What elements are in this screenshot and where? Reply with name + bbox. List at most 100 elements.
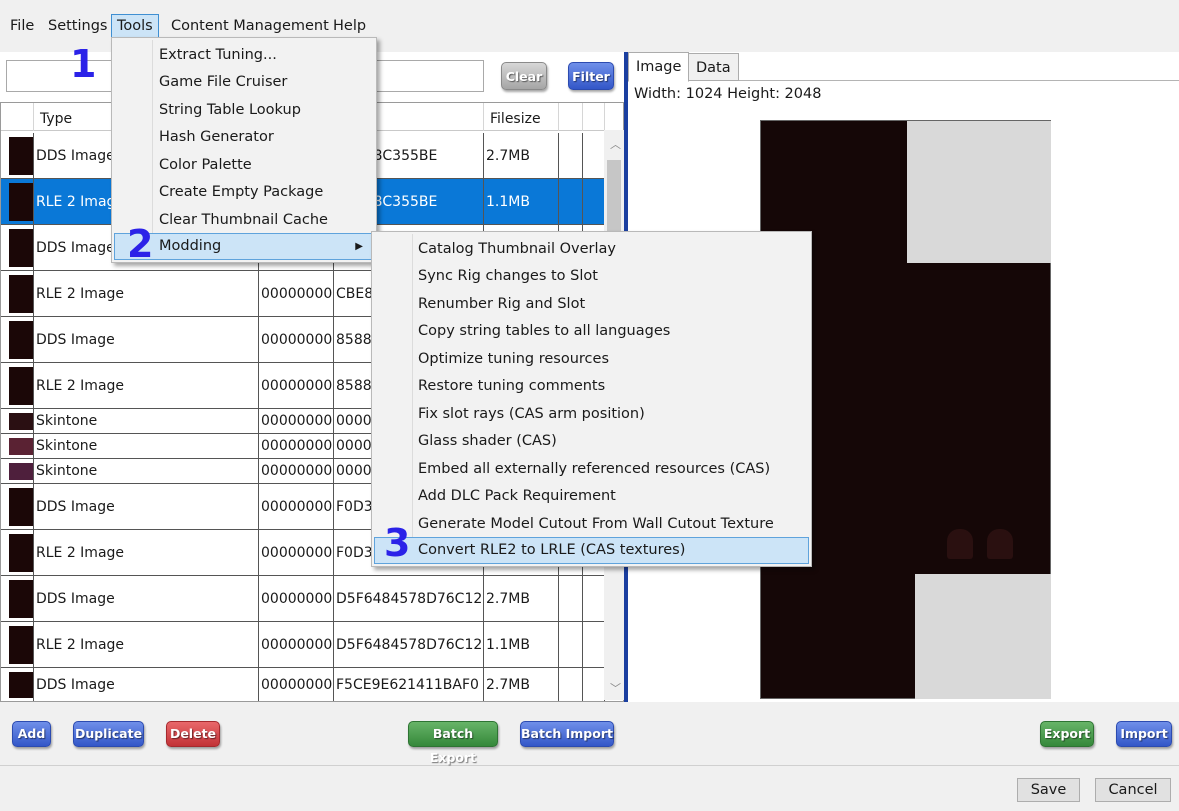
thumbnail-image xyxy=(9,229,33,267)
header-filesize[interactable]: Filesize xyxy=(484,103,559,131)
cell-extra xyxy=(559,622,583,667)
thumbnail-image xyxy=(9,183,33,221)
cell-extra xyxy=(559,576,583,621)
header-extra-1 xyxy=(559,103,583,131)
menu-item-hash-generator[interactable]: Hash Generator xyxy=(114,124,374,151)
menu-content-management[interactable]: Content Management xyxy=(166,14,334,38)
cell-extra xyxy=(583,622,605,667)
menu-file[interactable]: File xyxy=(5,14,39,38)
cell-group: 00000000 xyxy=(259,459,334,483)
table-row[interactable]: DDS Image 00000000 D5F6484578D76C12 2.7MB xyxy=(1,576,605,622)
menu-tools[interactable]: Tools xyxy=(111,14,159,38)
menu-item-create-empty-package[interactable]: Create Empty Package xyxy=(114,179,374,206)
menu-help[interactable]: Help xyxy=(328,14,371,38)
cell-extra xyxy=(583,133,605,178)
menu-item-string-table-lookup[interactable]: String Table Lookup xyxy=(114,97,374,124)
menu-item-label: Glass shader (CAS) xyxy=(418,433,557,449)
menu-item-color-palette[interactable]: Color Palette xyxy=(114,152,374,179)
cell-filesize: 1.1MB xyxy=(484,179,559,224)
thumbnail-image xyxy=(9,672,33,698)
menu-item-generate-model-cutout[interactable]: Generate Model Cutout From Wall Cutout T… xyxy=(374,511,809,538)
preview-faint-shape xyxy=(947,529,973,559)
cell-group: 00000000 xyxy=(259,317,334,362)
cell-instance: F5CE9E621411BAF0 xyxy=(334,668,484,701)
row-thumb-cell xyxy=(1,179,34,224)
menu-item-label: Add DLC Pack Requirement xyxy=(418,488,616,504)
cell-extra xyxy=(583,576,605,621)
row-thumb-cell xyxy=(1,363,34,408)
cell-group: 00000000 xyxy=(259,409,334,433)
thumbnail-image xyxy=(9,367,33,405)
menu-item-sync-rig-changes[interactable]: Sync Rig changes to Slot xyxy=(374,263,809,290)
menu-item-renumber-rig-slot[interactable]: Renumber Rig and Slot xyxy=(374,291,809,318)
cell-extra xyxy=(559,133,583,178)
cell-group: 00000000 xyxy=(259,530,334,575)
step-1-annotation: 1 xyxy=(70,42,97,86)
filter-button[interactable]: Filter xyxy=(568,62,614,90)
thumbnail-image xyxy=(9,488,33,526)
bottom-bar xyxy=(0,702,1179,811)
clear-button[interactable]: Clear xyxy=(501,62,547,90)
row-thumb-cell xyxy=(1,133,34,178)
thumbnail-image xyxy=(9,580,33,618)
thumbnail-image xyxy=(9,463,33,480)
duplicate-button[interactable]: Duplicate xyxy=(73,721,144,747)
thumbnail-image xyxy=(9,626,33,664)
menu-item-convert-rle2-to-lrle[interactable]: Convert RLE2 to LRLE (CAS textures) xyxy=(374,537,809,564)
row-thumb-cell xyxy=(1,225,34,270)
delete-button[interactable]: Delete xyxy=(166,721,220,747)
menu-item-restore-tuning-comments[interactable]: Restore tuning comments xyxy=(374,373,809,400)
cell-type: RLE 2 Image xyxy=(34,622,259,667)
menu-item-label: Modding xyxy=(159,238,222,254)
menu-item-label: Clear Thumbnail Cache xyxy=(159,212,328,228)
batch-export-button[interactable]: Batch Export xyxy=(408,721,498,765)
tab-data[interactable]: Data xyxy=(688,53,739,81)
menu-item-glass-shader[interactable]: Glass shader (CAS) xyxy=(374,428,809,455)
thumbnail-image xyxy=(9,275,33,313)
cancel-button[interactable]: Cancel xyxy=(1095,778,1171,802)
cell-instance: D5F6484578D76C12 xyxy=(334,576,484,621)
row-thumb-cell xyxy=(1,484,34,529)
menu-item-fix-slot-rays[interactable]: Fix slot rays (CAS arm position) xyxy=(374,401,809,428)
menu-item-label: Sync Rig changes to Slot xyxy=(418,268,598,284)
export-button[interactable]: Export xyxy=(1040,721,1094,747)
menu-item-copy-string-tables[interactable]: Copy string tables to all languages xyxy=(374,318,809,345)
menu-item-catalog-thumbnail-overlay[interactable]: Catalog Thumbnail Overlay xyxy=(374,236,809,263)
menu-settings[interactable]: Settings xyxy=(43,14,112,38)
cell-type: DDS Image xyxy=(34,484,259,529)
menu-item-add-dlc-pack-requirement[interactable]: Add DLC Pack Requirement xyxy=(374,483,809,510)
cell-type: DDS Image xyxy=(34,668,259,701)
cell-group: 00000000 xyxy=(259,576,334,621)
import-button[interactable]: Import xyxy=(1116,721,1172,747)
menu-item-label: Optimize tuning resources xyxy=(418,351,609,367)
menu-item-label: Hash Generator xyxy=(159,129,274,145)
step-3-annotation: 3 xyxy=(384,521,411,565)
cell-group: 00000000 xyxy=(259,484,334,529)
scroll-down-icon[interactable]: ﹀ xyxy=(610,680,621,696)
menu-item-embed-external-resources[interactable]: Embed all externally referenced resource… xyxy=(374,456,809,483)
preview-light-block-top xyxy=(907,121,1051,263)
add-button[interactable]: Add xyxy=(12,721,51,747)
menu-item-label: Restore tuning comments xyxy=(418,378,606,394)
menu-item-label: Convert RLE2 to LRLE (CAS textures) xyxy=(418,542,686,558)
menu-item-game-file-cruiser[interactable]: Game File Cruiser xyxy=(114,69,374,96)
table-row[interactable]: RLE 2 Image 00000000 D5F6484578D76C12 1.1MB xyxy=(1,622,605,668)
menu-item-label: Embed all externally referenced resource… xyxy=(418,461,771,477)
scroll-up-icon[interactable]: ︿ xyxy=(610,136,621,152)
menu-item-label: Renumber Rig and Slot xyxy=(418,296,586,312)
cell-type: Skintone xyxy=(34,434,259,458)
menu-item-extract-tuning[interactable]: Extract Tuning... xyxy=(114,42,374,69)
batch-import-button[interactable]: Batch Import xyxy=(520,721,614,747)
row-thumb-cell xyxy=(1,271,34,316)
save-button[interactable]: Save xyxy=(1017,778,1080,802)
row-thumb-cell xyxy=(1,668,34,701)
cell-type: DDS Image xyxy=(34,576,259,621)
menu-item-optimize-tuning[interactable]: Optimize tuning resources xyxy=(374,346,809,373)
menu-item-label: Color Palette xyxy=(159,157,252,173)
table-row[interactable]: DDS Image 00000000 F5CE9E621411BAF0 2.7MB xyxy=(1,668,605,701)
tab-image[interactable]: Image xyxy=(628,52,690,82)
menu-item-label: Game File Cruiser xyxy=(159,74,288,90)
menu-item-label: Generate Model Cutout From Wall Cutout T… xyxy=(418,516,774,532)
thumbnail-image xyxy=(9,413,33,430)
cell-type: RLE 2 Image xyxy=(34,530,259,575)
